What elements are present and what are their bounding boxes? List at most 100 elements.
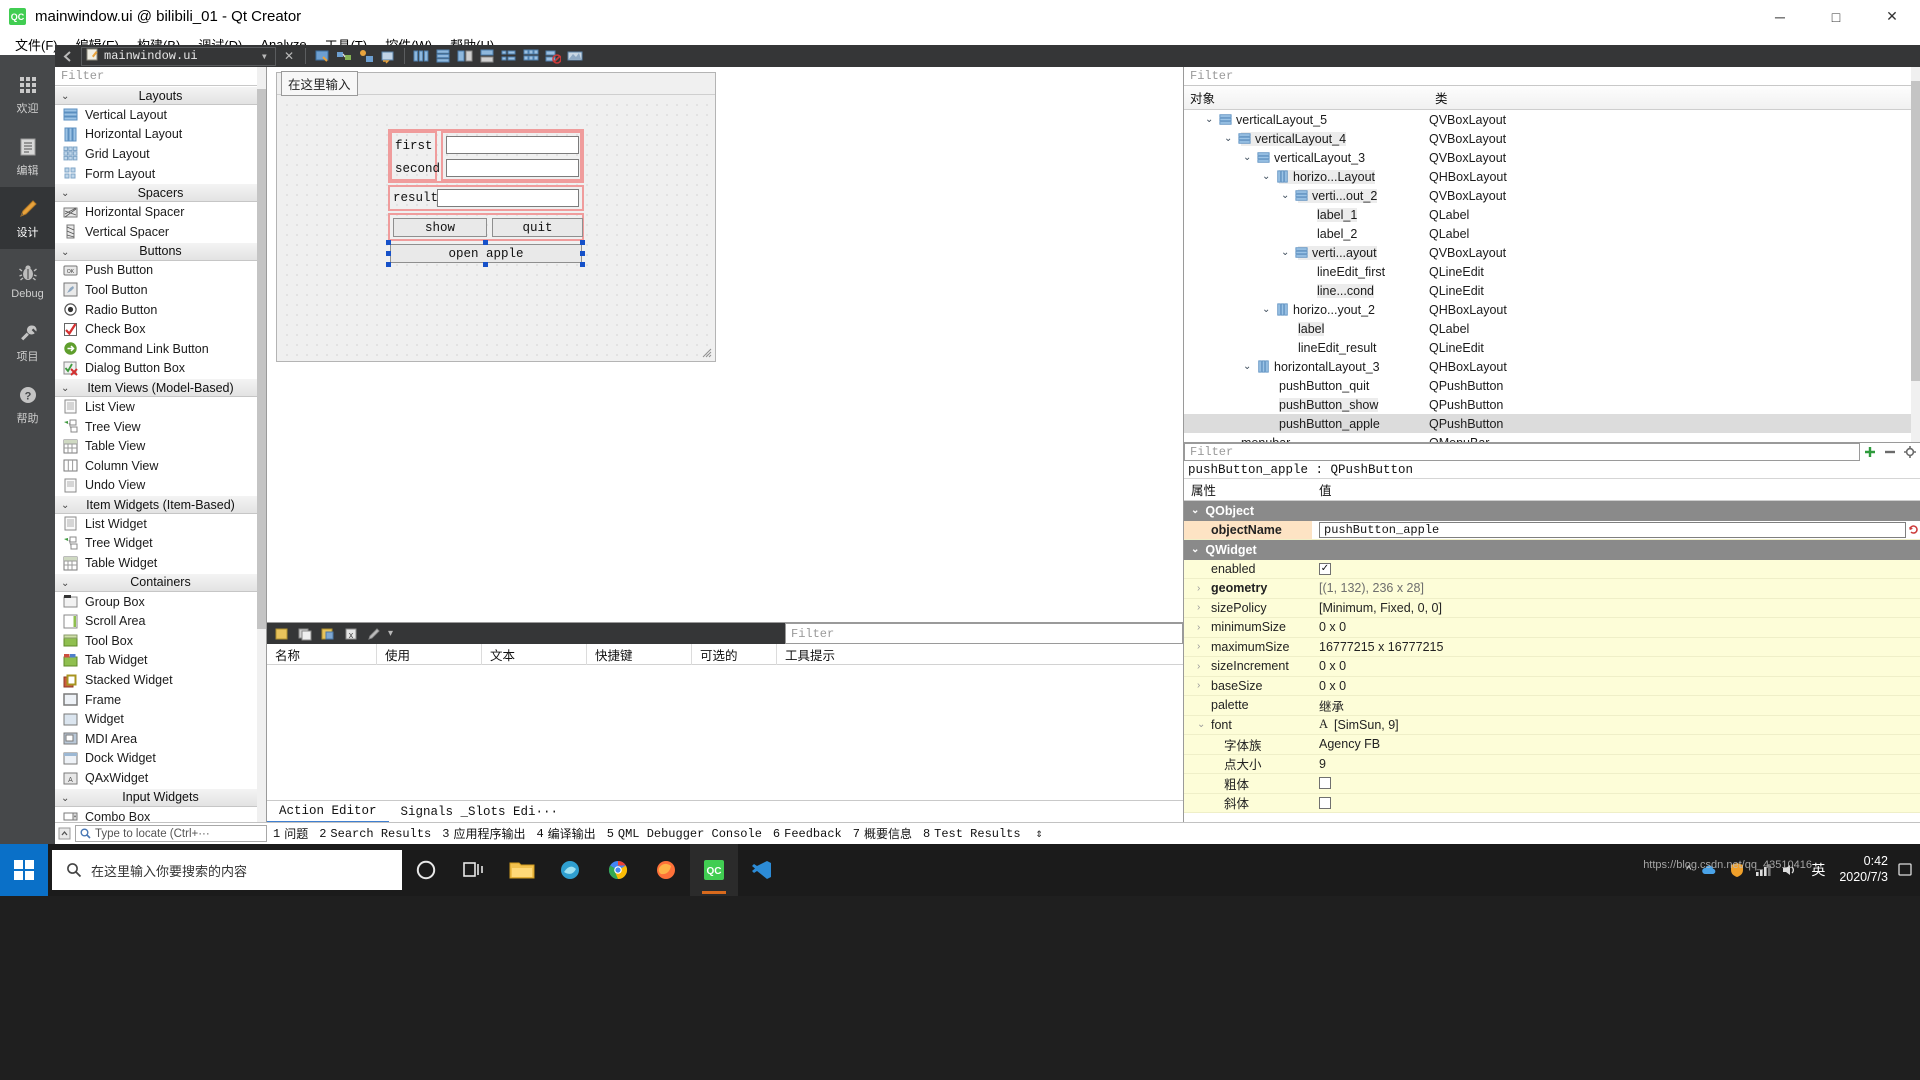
- button-show[interactable]: show: [393, 218, 487, 237]
- object-tree-row[interactable]: line...cond QLineEdit: [1184, 281, 1920, 300]
- layout-horizontal-result[interactable]: result: [388, 185, 584, 211]
- widget-item-push-button[interactable]: OK Push Button: [55, 261, 266, 281]
- mode-welcome[interactable]: 欢迎: [0, 63, 55, 125]
- widget-box-filter[interactable]: Filter: [55, 67, 266, 86]
- add-property-icon[interactable]: [1860, 443, 1880, 461]
- button-quit[interactable]: quit: [492, 218, 583, 237]
- widget-item-list-view[interactable]: List View: [55, 397, 266, 417]
- layout-horizontal-first-second[interactable]: first second: [388, 129, 584, 183]
- widget-category-item-widgets-item-based[interactable]: ⌄ Item Widgets (Item-Based): [55, 495, 266, 515]
- label-first[interactable]: first: [395, 136, 433, 155]
- object-tree-row[interactable]: ⌄ verticalLayout_4 QVBoxLayout: [1184, 129, 1920, 148]
- selection-handle-tl[interactable]: [386, 240, 391, 245]
- property-editor-filter[interactable]: Filter: [1184, 443, 1860, 461]
- property-row[interactable]: › geometry [(1, 132), 236 x 28]: [1184, 579, 1920, 599]
- layout-horizontal-buttons[interactable]: show quit: [388, 213, 584, 241]
- object-tree-row[interactable]: label_2 QLabel: [1184, 224, 1920, 243]
- edit-buddies-icon[interactable]: [357, 47, 375, 65]
- widget-item-scroll-area[interactable]: Scroll Area: [55, 611, 266, 631]
- property-checkbox[interactable]: [1319, 796, 1331, 809]
- object-tree-row[interactable]: ⌄ verticalLayout_3 QVBoxLayout: [1184, 148, 1920, 167]
- widget-box-scroll-thumb[interactable]: [257, 89, 266, 629]
- mode-debug[interactable]: Debug: [0, 249, 55, 311]
- label-result[interactable]: result: [393, 189, 438, 207]
- widget-item-frame[interactable]: Frame: [55, 690, 266, 710]
- selection-handle-br[interactable]: [580, 262, 585, 267]
- label-second[interactable]: second: [395, 159, 440, 178]
- close-document-icon[interactable]: ✕: [280, 47, 298, 65]
- widget-category-containers[interactable]: ⌄ Containers: [55, 572, 266, 592]
- property-row[interactable]: › sizeIncrement 0 x 0: [1184, 657, 1920, 677]
- tree-expander-icon[interactable]: ⌄: [1243, 152, 1253, 163]
- column-text[interactable]: 文本: [482, 643, 587, 665]
- output-pane-[interactable]: 4 编译输出: [536, 825, 595, 843]
- layout-horizontally-icon[interactable]: [412, 47, 430, 65]
- widget-item-grid-layout[interactable]: Grid Layout: [55, 144, 266, 164]
- qt-creator-icon[interactable]: QC: [690, 844, 738, 896]
- reset-property-icon[interactable]: [1906, 522, 1920, 538]
- output-pane-qml-debugger-console[interactable]: 5 QML Debugger Console: [607, 827, 762, 841]
- tree-expander-icon[interactable]: ⌄: [1243, 361, 1253, 372]
- taskbar-clock[interactable]: 0:42 2020/7/3: [1839, 854, 1888, 885]
- widget-category-buttons[interactable]: ⌄ Buttons: [55, 241, 266, 261]
- property-row[interactable]: 点大小 9: [1184, 754, 1920, 774]
- output-pane-[interactable]: 7 概要信息: [853, 825, 912, 843]
- form-central-widget[interactable]: first second result show quit open apple: [278, 96, 714, 360]
- layout-splitter-vertical-icon[interactable]: [478, 47, 496, 65]
- delete-action-icon[interactable]: x: [342, 625, 360, 643]
- selection-handle-ml[interactable]: [386, 251, 391, 256]
- column-checkable[interactable]: 可选的: [692, 643, 777, 665]
- mode-design[interactable]: 设计: [0, 187, 55, 249]
- group-expander-icon[interactable]: ⌄: [1191, 505, 1199, 516]
- widget-category-input-widgets[interactable]: ⌄ Input Widgets: [55, 787, 266, 807]
- widget-item-stacked-widget[interactable]: Stacked Widget: [55, 670, 266, 690]
- remove-property-icon[interactable]: [1880, 443, 1900, 461]
- property-row[interactable]: › sizePolicy [Minimum, Fixed, 0, 0]: [1184, 598, 1920, 618]
- widget-item-undo-view[interactable]: Undo View: [55, 476, 266, 496]
- tab-signals-slots-editor[interactable]: Signals _Slots Edi···: [389, 801, 571, 823]
- output-pane-resize-icon[interactable]: ⇕: [1036, 826, 1043, 841]
- tree-expander-icon[interactable]: ⌄: [1262, 304, 1272, 315]
- object-tree-row[interactable]: ⌄ horizo...yout_2 QHBoxLayout: [1184, 300, 1920, 319]
- close-button[interactable]: ✕: [1864, 0, 1920, 33]
- group-expander-icon[interactable]: ⌄: [1191, 544, 1199, 555]
- object-tree-row[interactable]: ⌄ verti...out_2 QVBoxLayout: [1184, 186, 1920, 205]
- selection-handle-tm[interactable]: [483, 240, 488, 245]
- go-back-icon[interactable]: [59, 47, 77, 65]
- property-expander-icon[interactable]: ›: [1197, 661, 1207, 672]
- layout-vertically-icon[interactable]: [434, 47, 452, 65]
- property-row[interactable]: › baseSize 0 x 0: [1184, 676, 1920, 696]
- widget-item-column-view[interactable]: Column View: [55, 456, 266, 476]
- object-tree-row[interactable]: ⌄ verti...ayout QVBoxLayout: [1184, 243, 1920, 262]
- form-menu-placeholder[interactable]: 在这里输入: [281, 71, 358, 96]
- widget-item-widget[interactable]: Widget: [55, 709, 266, 729]
- adjust-size-icon[interactable]: [566, 47, 584, 65]
- edit-signals-slots-icon[interactable]: [335, 47, 353, 65]
- output-pane-[interactable]: 1 问题: [273, 825, 308, 843]
- edit-widgets-icon[interactable]: [313, 47, 331, 65]
- column-tooltip[interactable]: 工具提示: [777, 644, 977, 665]
- object-tree-row[interactable]: pushButton_quit QPushButton: [1184, 376, 1920, 395]
- locator-input[interactable]: Type to locate (Ctrl+···: [75, 825, 267, 842]
- object-tree-row[interactable]: ⌄ horizo...Layout QHBoxLayout: [1184, 167, 1920, 186]
- tab-action-editor[interactable]: Action Editor: [267, 801, 389, 823]
- widget-item-combo-box[interactable]: Combo Box: [55, 807, 266, 822]
- widget-category-item-views-model-based[interactable]: ⌄ Item Views (Model-Based): [55, 378, 266, 398]
- layout-splitter-horizontal-icon[interactable]: [456, 47, 474, 65]
- widget-item-dialog-button-box[interactable]: Dialog Button Box: [55, 359, 266, 379]
- output-pane-test-results[interactable]: 8 Test Results: [923, 827, 1021, 841]
- property-row[interactable]: ⌄ font A [SimSun, 9]: [1184, 715, 1920, 735]
- property-row[interactable]: › maximumSize 16777215 x 16777215: [1184, 637, 1920, 657]
- widget-item-group-box[interactable]: Group Box: [55, 592, 266, 612]
- property-expander-icon[interactable]: ›: [1197, 583, 1207, 594]
- widget-item-check-box[interactable]: Check Box: [55, 319, 266, 339]
- property-expander-icon[interactable]: ›: [1197, 622, 1207, 633]
- maximize-button[interactable]: □: [1808, 0, 1864, 33]
- widget-item-tool-box[interactable]: Tool Box: [55, 631, 266, 651]
- property-row[interactable]: 字体族 Agency FB: [1184, 735, 1920, 755]
- widget-item-vertical-layout[interactable]: Vertical Layout: [55, 105, 266, 125]
- open-document-selector[interactable]: mainwindow.ui ▾: [81, 46, 276, 66]
- edit-tab-order-icon[interactable]: [379, 47, 397, 65]
- column-class[interactable]: 类: [1429, 88, 1448, 107]
- vscode-icon[interactable]: [738, 844, 786, 896]
